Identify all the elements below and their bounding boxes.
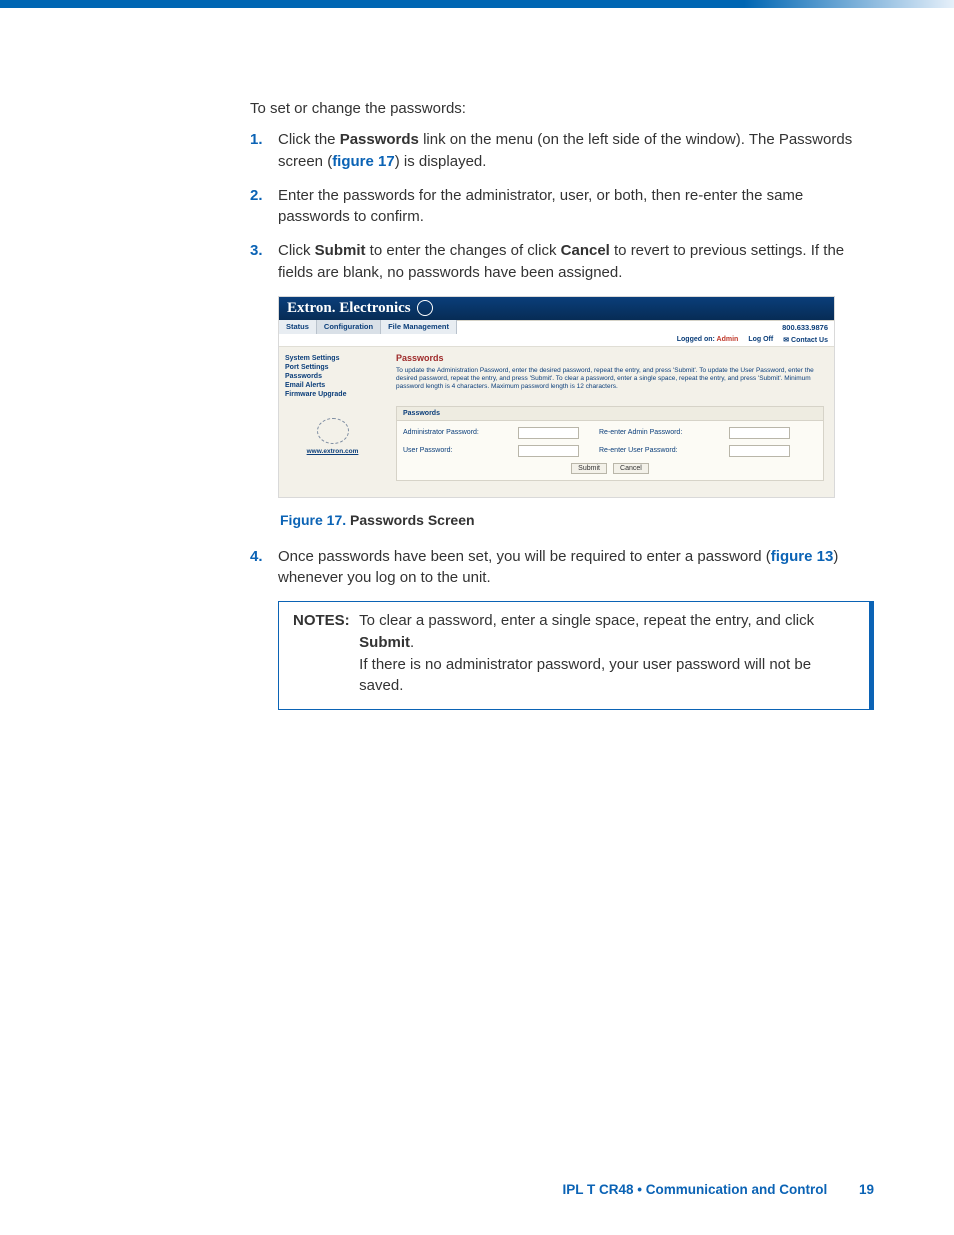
help-text: To update the Administration Password, e… xyxy=(396,367,824,392)
tab-file-management[interactable]: File Management xyxy=(381,320,457,334)
contact-us-link[interactable]: ✉ Contact Us xyxy=(783,336,828,344)
steps-list-cont: 4. Once passwords have been set, you wil… xyxy=(250,546,874,590)
step-number: 2. xyxy=(250,185,263,207)
user-password-label: User Password: xyxy=(403,447,518,454)
footer-doc: IPL T CR48 • Communication and Control xyxy=(562,1182,827,1197)
submit-button[interactable]: Submit xyxy=(571,463,607,474)
logged-on: Logged on: Admin xyxy=(677,336,739,344)
meta-bar: Logged on: Admin Log Off ✉ Contact Us xyxy=(279,334,834,347)
step-2: 2. Enter the passwords for the administr… xyxy=(250,185,874,229)
notes-label: NOTES: xyxy=(293,610,355,632)
brand-icon xyxy=(417,300,433,316)
steps-list: 1. Click the Passwords link on the menu … xyxy=(250,129,874,284)
user-row: User Password: Re-enter User Password: xyxy=(403,445,817,457)
step-4: 4. Once passwords have been set, you wil… xyxy=(250,546,874,590)
passwords-panel: Passwords Administrator Password: Re-ent… xyxy=(396,406,824,481)
figure-17-link[interactable]: figure 17 xyxy=(332,153,395,170)
figure-caption: Figure 17. Passwords Screen xyxy=(280,512,874,528)
step-1: 1. Click the Passwords link on the menu … xyxy=(250,129,874,173)
step-text: Click xyxy=(278,242,315,259)
sidebar-item-firmware-upgrade[interactable]: Firmware Upgrade xyxy=(285,391,380,398)
step-text: Click the xyxy=(278,131,340,148)
submit-word: Submit xyxy=(315,242,366,259)
step-3: 3. Click Submit to enter the changes of … xyxy=(250,240,874,284)
phone-number: 800.633.9876 xyxy=(457,320,834,334)
footer-page: 19 xyxy=(859,1182,874,1197)
cancel-word: Cancel xyxy=(561,242,610,259)
main-panel: Passwords To update the Administration P… xyxy=(386,347,834,497)
tab-status[interactable]: Status xyxy=(279,320,317,334)
panel-heading: Passwords xyxy=(397,407,823,421)
brand-bar: Extron. Electronics xyxy=(279,297,834,320)
page-footer: IPL T CR48 • Communication and Control 1… xyxy=(562,1182,874,1197)
reenter-admin-label: Re-enter Admin Password: xyxy=(599,429,729,436)
logoff-link[interactable]: Log Off xyxy=(748,336,773,344)
cancel-button[interactable]: Cancel xyxy=(613,463,649,474)
reenter-user-input[interactable] xyxy=(729,445,790,457)
step-number: 1. xyxy=(250,129,263,151)
intro-text: To set or change the passwords: xyxy=(250,98,874,119)
step-text: to enter the changes of click xyxy=(366,242,561,259)
sidebar-item-system-settings[interactable]: System Settings xyxy=(285,355,380,362)
admin-row: Administrator Password: Re-enter Admin P… xyxy=(403,427,817,439)
reenter-admin-input[interactable] xyxy=(729,427,790,439)
extron-link[interactable]: www.extron.com xyxy=(285,448,380,455)
figure-13-link[interactable]: figure 13 xyxy=(771,548,834,565)
user-password-input[interactable] xyxy=(518,445,579,457)
note-2: If there is no administrator password, y… xyxy=(359,654,851,698)
submit-word: Submit xyxy=(359,634,410,651)
caption-lead: Figure 17. xyxy=(280,512,346,528)
page-body: To set or change the passwords: 1. Click… xyxy=(0,8,954,710)
step-number: 4. xyxy=(250,546,263,568)
step-number: 3. xyxy=(250,240,263,262)
step-text: Enter the passwords for the administrato… xyxy=(278,187,803,226)
step-text: ) is displayed. xyxy=(395,153,487,170)
mail-icon: ✉ xyxy=(783,337,789,344)
sidebar-item-passwords[interactable]: Passwords xyxy=(285,373,380,380)
sidebar-logo: www.extron.com xyxy=(285,418,380,455)
logo-icon xyxy=(317,418,349,444)
caption-title: Passwords Screen xyxy=(350,512,475,528)
tabs-row: Status Configuration File Management 800… xyxy=(279,320,834,334)
sidebar: System Settings Port Settings Passwords … xyxy=(279,347,386,497)
brand-text: Extron. Electronics xyxy=(287,300,411,317)
step-text: Once passwords have been set, you will b… xyxy=(278,548,771,565)
page-top-accent xyxy=(0,0,954,8)
admin-password-input[interactable] xyxy=(518,427,579,439)
tab-configuration[interactable]: Configuration xyxy=(317,320,381,334)
notes-box: NOTES: To clear a password, enter a sing… xyxy=(278,601,874,710)
reenter-user-label: Re-enter User Password: xyxy=(599,447,729,454)
passwords-screen-figure: Extron. Electronics Status Configuration… xyxy=(278,296,835,498)
panel-title: Passwords xyxy=(396,353,824,363)
sidebar-item-port-settings[interactable]: Port Settings xyxy=(285,364,380,371)
admin-password-label: Administrator Password: xyxy=(403,429,518,436)
note-1: To clear a password, enter a single spac… xyxy=(359,610,851,654)
sidebar-item-email-alerts[interactable]: Email Alerts xyxy=(285,382,380,389)
passwords-word: Passwords xyxy=(340,131,419,148)
